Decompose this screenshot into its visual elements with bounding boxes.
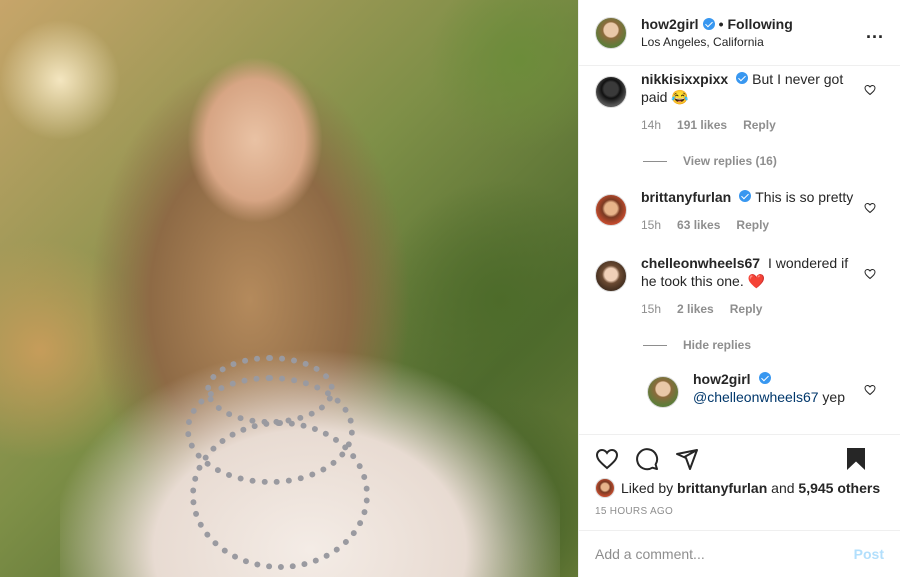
comment-body: chelleonwheels67 I wondered if he took t… [641, 254, 884, 318]
instagram-post: how2girl • Following Los Angeles, Califo… [0, 0, 900, 577]
comment-item: brittanyfurlan This is so pretty 15h 63 l… [595, 188, 884, 234]
post-sidebar: how2girl • Following Los Angeles, Califo… [578, 0, 900, 577]
verified-badge-icon [736, 72, 749, 84]
replies-toggle-label[interactable]: Hide replies [683, 338, 751, 352]
liked-prefix: Liked by [621, 480, 674, 496]
comment-item: chelleonwheels67 I wondered if he took t… [595, 254, 884, 318]
post-comment-button[interactable]: Post [854, 546, 884, 562]
commenter-avatar[interactable] [595, 76, 627, 108]
comment-meta: 14h 191 likes Reply [641, 116, 854, 134]
reply-button[interactable]: Reply [730, 300, 763, 318]
verified-badge-icon [758, 372, 771, 384]
heart-icon[interactable] [595, 447, 619, 471]
header-text: how2girl • Following Los Angeles, Califo… [641, 16, 866, 49]
view-replies-toggle[interactable]: View replies (16) [643, 154, 884, 168]
heart-icon[interactable] [864, 384, 876, 396]
comment-body: nikkisixxpixx But I never got paid 😂 14h … [641, 70, 884, 134]
comment-icon[interactable] [635, 447, 659, 471]
liker-avatar[interactable] [595, 478, 615, 498]
reply-avatar[interactable] [647, 376, 679, 408]
post-timestamp[interactable]: 15 HOURS AGO [595, 506, 673, 517]
liked-and: and [771, 480, 795, 496]
comment-likes[interactable]: 191 likes [677, 116, 727, 134]
comment-time[interactable]: 15h [641, 216, 661, 234]
heart-icon[interactable] [864, 84, 876, 96]
bookmark-icon[interactable] [844, 447, 868, 471]
comment-body: brittanyfurlan This is so pretty 15h 63 l… [641, 188, 884, 234]
action-bar [579, 434, 900, 482]
post-photo[interactable] [0, 0, 578, 577]
author-username[interactable]: how2girl [641, 16, 699, 32]
reply-item: how2girl @chelleonwheels67 yep [647, 370, 884, 408]
commenter-username[interactable]: chelleonwheels67 [641, 255, 760, 271]
liked-count[interactable]: 5,945 others [798, 480, 880, 496]
more-options-icon[interactable]: ... [866, 22, 884, 43]
following-button[interactable]: Following [727, 16, 792, 32]
comment-likes[interactable]: 2 likes [677, 300, 714, 318]
photo-necklace-3 [190, 420, 370, 570]
replies-toggle-label[interactable]: View replies (16) [683, 154, 777, 168]
reply-mention[interactable]: @chelleonwheels67 [693, 389, 819, 405]
share-icon[interactable] [675, 447, 699, 471]
header-row: how2girl • Following [641, 16, 866, 32]
comment-text: This is so pretty [755, 189, 854, 205]
liked-user[interactable]: brittanyfurlan [677, 480, 767, 496]
verified-badge-icon [739, 190, 752, 202]
liked-by-text: Liked by brittanyfurlan and 5,945 others [621, 480, 880, 496]
comments-list[interactable]: nikkisixxpixx But I never got paid 😂 14h … [579, 66, 900, 434]
post-header: how2girl • Following Los Angeles, Califo… [579, 0, 900, 66]
commenter-username[interactable]: brittanyfurlan [641, 189, 731, 205]
hide-replies-toggle[interactable]: Hide replies [643, 338, 884, 352]
commenter-avatar[interactable] [595, 194, 627, 226]
heart-icon[interactable] [864, 202, 876, 214]
commenter-avatar[interactable] [595, 260, 627, 292]
comment-likes[interactable]: 63 likes [677, 216, 720, 234]
comment-time[interactable]: 15h [641, 300, 661, 318]
liked-by-row: Liked by brittanyfurlan and 5,945 others [595, 478, 884, 498]
reply-username[interactable]: how2girl [693, 371, 751, 387]
add-comment-bar: Post [579, 530, 900, 577]
replies-line [643, 344, 667, 346]
reply-button[interactable]: Reply [736, 216, 769, 234]
comment-time[interactable]: 14h [641, 116, 661, 134]
reply-button[interactable]: Reply [743, 116, 776, 134]
author-avatar[interactable] [595, 16, 627, 49]
comment-input[interactable] [595, 546, 854, 562]
separator-dot: • [718, 16, 724, 32]
heart-icon[interactable] [864, 268, 876, 280]
post-location[interactable]: Los Angeles, California [641, 35, 866, 49]
comment-meta: 15h 63 likes Reply [641, 216, 854, 234]
replies-line [643, 160, 667, 162]
comment-item: nikkisixxpixx But I never got paid 😂 14h … [595, 70, 884, 134]
commenter-username[interactable]: nikkisixxpixx [641, 71, 728, 87]
reply-body: how2girl @chelleonwheels67 yep [693, 370, 884, 408]
reply-text: yep [822, 389, 845, 405]
verified-badge-icon [702, 18, 715, 30]
comment-meta: 15h 2 likes Reply [641, 300, 854, 318]
